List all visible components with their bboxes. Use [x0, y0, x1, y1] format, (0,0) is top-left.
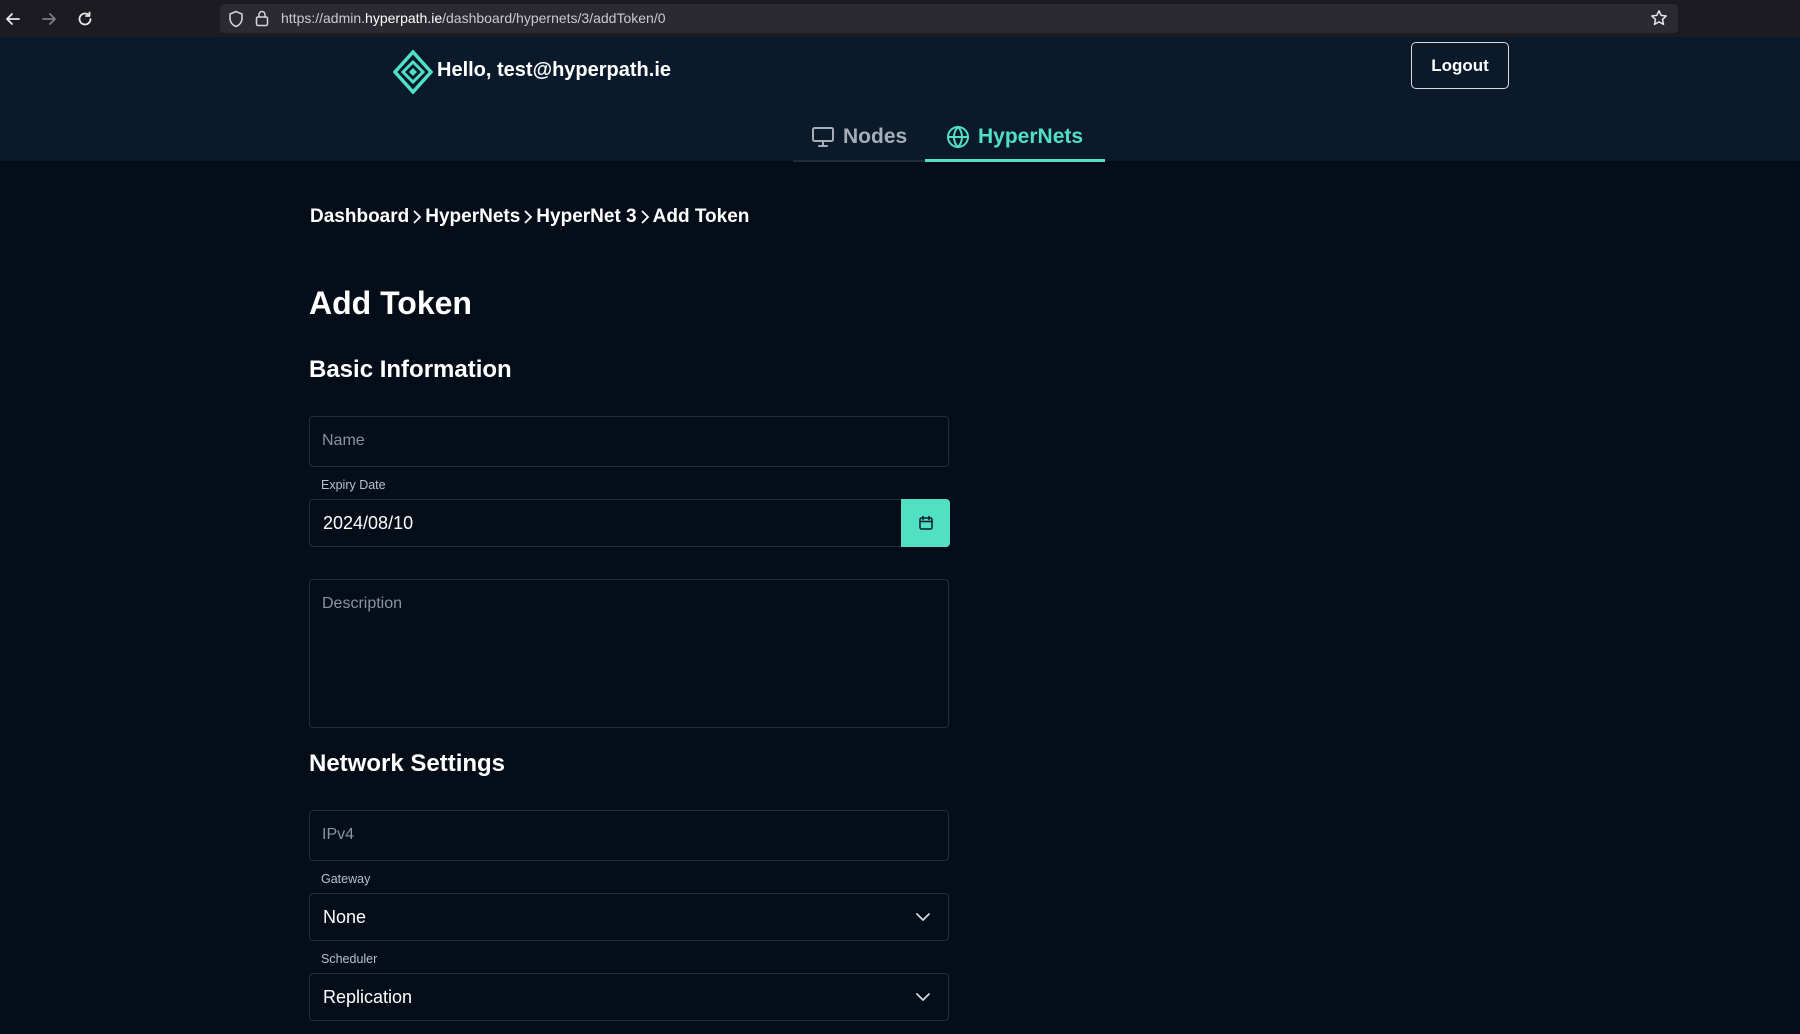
url-text[interactable]: https://admin.hyperpath.ie/dashboard/hyp…: [281, 10, 666, 26]
calendar-button[interactable]: [901, 499, 950, 547]
bookmark-star-icon[interactable]: [1650, 9, 1668, 32]
hyperpath-logo-icon: [392, 49, 434, 95]
expiry-date-label: Expiry Date: [321, 478, 386, 492]
expiry-date-input[interactable]: 2024/08/10: [309, 499, 903, 547]
tab-nodes[interactable]: Nodes: [811, 112, 907, 162]
scheduler-select[interactable]: Replication: [309, 973, 949, 1021]
reload-icon[interactable]: [74, 8, 96, 30]
section-title-basic: Basic Information: [309, 356, 512, 383]
breadcrumb: Dashboard HyperNets HyperNet 3 Add Token: [310, 206, 749, 228]
chevron-right-icon: [640, 210, 649, 224]
calendar-icon: [918, 515, 933, 530]
breadcrumb-add-token: Add Token: [652, 206, 750, 227]
breadcrumb-hypernets[interactable]: HyperNets: [425, 206, 520, 228]
chevron-down-icon: [916, 913, 930, 921]
gateway-label: Gateway: [321, 872, 371, 886]
logout-button[interactable]: Logout: [1411, 42, 1509, 89]
section-title-network: Network Settings: [309, 750, 506, 777]
browser-toolbar: https://admin.hyperpath.ie/dashboard/hyp…: [0, 0, 1800, 37]
gateway-select[interactable]: None: [309, 893, 949, 941]
ipv4-placeholder: IPv4: [322, 826, 355, 843]
page-title: Add Token: [309, 285, 472, 321]
description-textarea[interactable]: Description: [309, 579, 949, 728]
chevron-right-icon: [524, 210, 533, 224]
back-icon[interactable]: [2, 8, 24, 30]
name-input[interactable]: Name: [309, 416, 949, 467]
scheduler-value: Replication: [323, 987, 413, 1007]
tab-hypernets[interactable]: HyperNets: [946, 112, 1083, 162]
expiry-date-value: 2024/08/10: [323, 513, 414, 533]
tab-nodes-label: Nodes: [843, 125, 908, 148]
gateway-value: None: [323, 907, 367, 927]
forward-icon[interactable]: [38, 8, 60, 30]
description-placeholder: Description: [322, 595, 403, 612]
monitor-icon: [812, 127, 834, 147]
breadcrumb-dashboard[interactable]: Dashboard: [310, 206, 409, 228]
ipv4-input[interactable]: IPv4: [309, 810, 949, 861]
globe-icon: [947, 125, 969, 149]
lock-icon[interactable]: [255, 9, 269, 32]
active-tab-indicator: [925, 159, 1105, 162]
name-placeholder: Name: [322, 432, 365, 449]
greeting-text: Hello, test@hyperpath.ie: [437, 59, 671, 81]
address-bar[interactable]: https://admin.hyperpath.ie/dashboard/hyp…: [220, 4, 1678, 33]
chevron-down-icon: [916, 993, 930, 1001]
shield-icon[interactable]: [228, 10, 244, 33]
breadcrumb-hypernet-3[interactable]: HyperNet 3: [536, 206, 636, 228]
chevron-right-icon: [413, 210, 422, 224]
scheduler-label: Scheduler: [321, 952, 378, 966]
tab-hypernets-label: HyperNets: [978, 125, 1084, 148]
